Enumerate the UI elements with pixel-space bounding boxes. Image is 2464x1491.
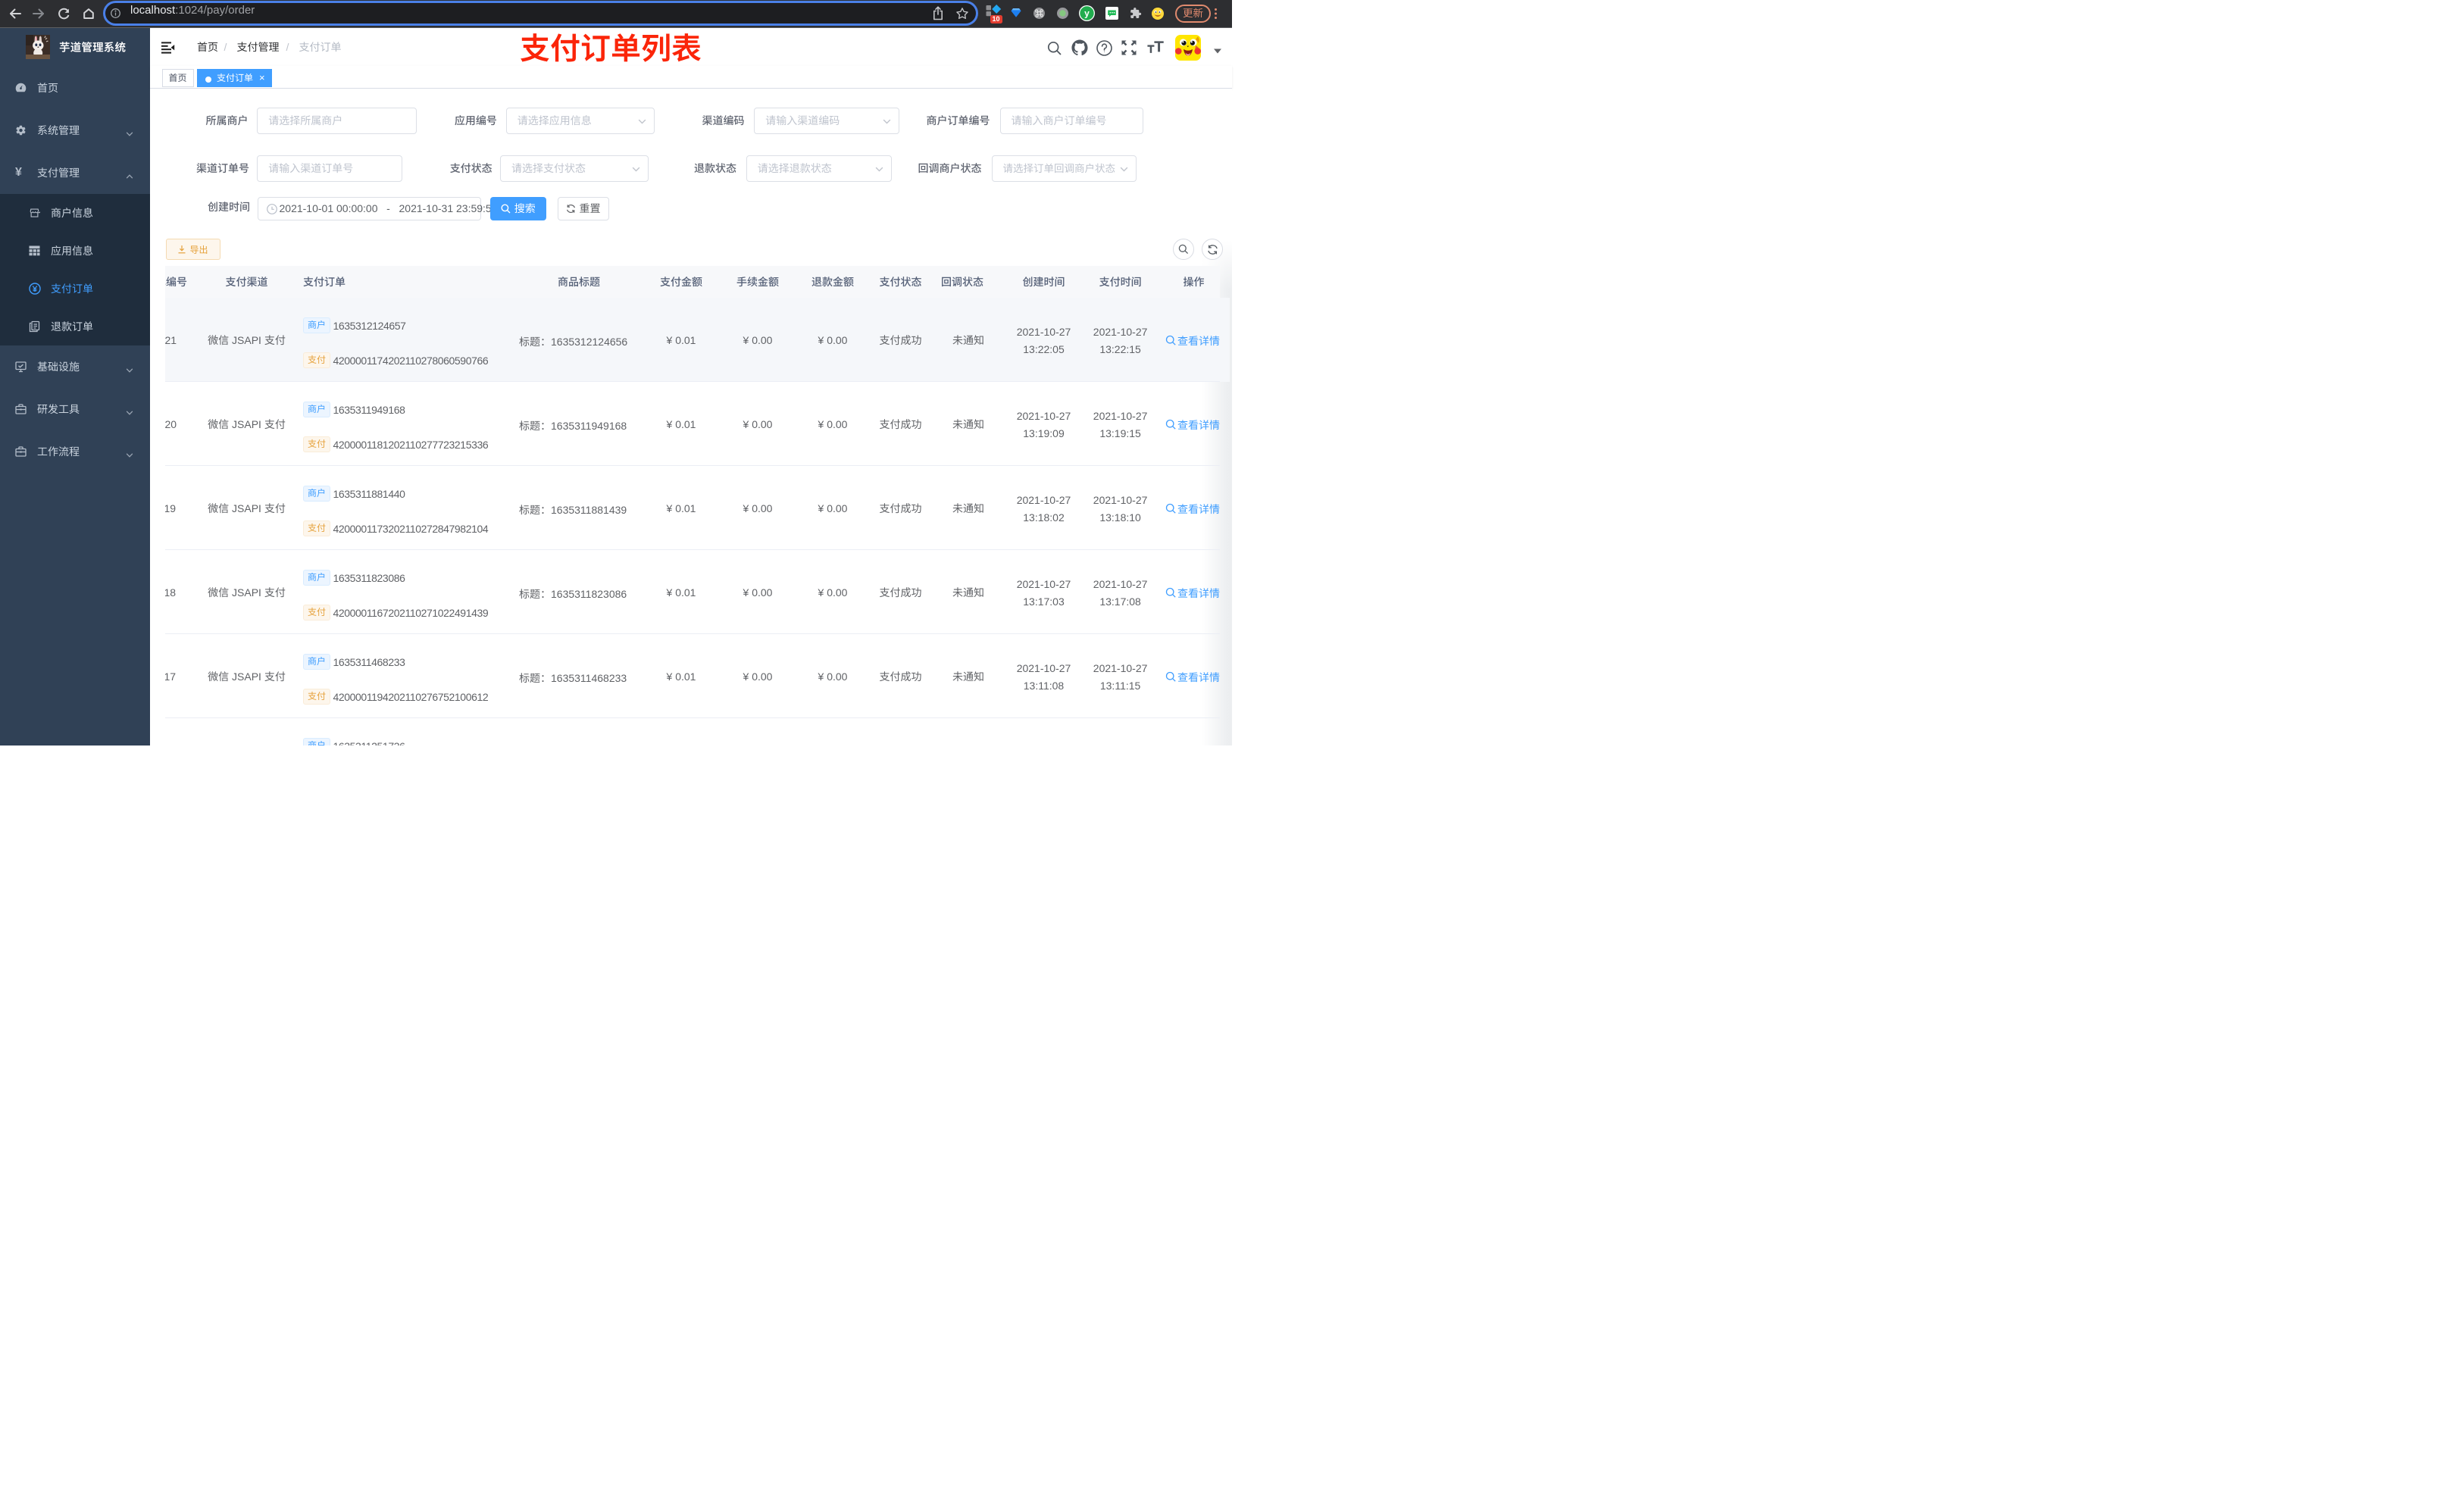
- svg-text:y: y: [1084, 8, 1090, 19]
